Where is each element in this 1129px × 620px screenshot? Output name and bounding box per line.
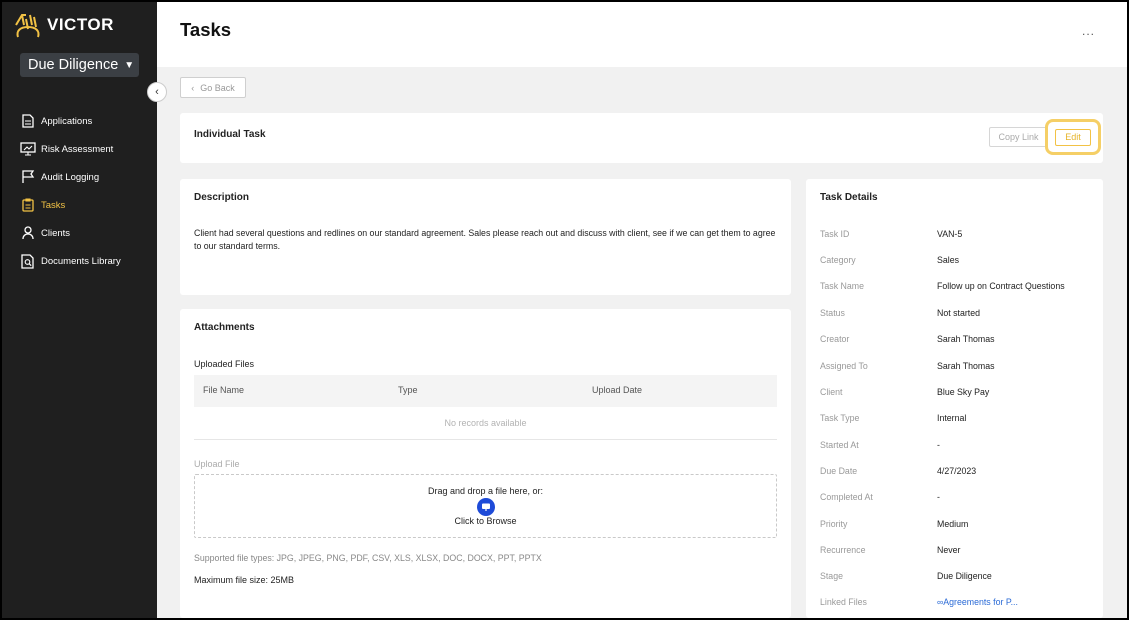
max-file-size: Maximum file size: 25MB <box>194 575 295 585</box>
sidebar-item-clients[interactable]: Clients <box>20 219 121 247</box>
detail-value: 4/27/2023 <box>937 466 977 476</box>
drop-text: Drag and drop a file here, or: <box>427 486 544 496</box>
sidebar-item-documents-library[interactable]: Documents Library <box>20 247 121 275</box>
flag-icon <box>20 169 36 185</box>
detail-label: Status <box>820 308 845 318</box>
file-drop-zone[interactable]: Drag and drop a file here, or: Click to … <box>194 474 777 538</box>
task-details-title: Task Details <box>820 192 878 203</box>
detail-label: Category <box>820 255 856 265</box>
logo[interactable]: VICTOR <box>12 11 114 39</box>
document-search-icon <box>20 253 36 269</box>
sidebar-item-label: Documents Library <box>41 255 121 267</box>
detail-value: VAN-5 <box>937 229 963 239</box>
upload-icon[interactable] <box>477 498 495 516</box>
detail-value: - <box>937 492 940 502</box>
empty-table-message: No records available <box>194 407 777 440</box>
detail-label: Recurrence <box>820 545 866 555</box>
clipboard-icon <box>20 197 36 213</box>
caret-down-icon: ▼ <box>124 59 135 71</box>
detail-label: Started At <box>820 440 859 450</box>
detail-label: Priority <box>820 519 848 529</box>
victor-logo-icon <box>15 14 40 38</box>
detail-label: Creator <box>820 334 850 344</box>
page-title: Tasks <box>180 19 232 40</box>
detail-label: Client <box>820 387 843 397</box>
detail-value: Due Diligence <box>937 571 992 581</box>
browse-link[interactable]: Click to Browse <box>195 516 776 526</box>
sidebar-item-label: Risk Assessment <box>41 143 114 155</box>
detail-value: Medium <box>937 519 969 529</box>
detail-value: Internal <box>937 413 967 423</box>
detail-value: Follow up on Contract Questions <box>937 281 1065 291</box>
uploaded-files-title: Uploaded Files <box>194 359 255 369</box>
detail-value: Sarah Thomas <box>937 361 995 371</box>
card-title: Individual Task <box>194 129 266 140</box>
sidebar-item-tasks[interactable]: Tasks <box>20 191 121 219</box>
sidebar-item-label: Audit Logging <box>41 171 100 183</box>
go-back-label: Go Back <box>200 82 235 93</box>
detail-label: Assigned To <box>820 361 868 371</box>
page-header: Tasks ... <box>157 2 1127 67</box>
user-icon <box>20 225 36 241</box>
linked-file-link[interactable]: ∞Agreements for P... <box>937 597 1018 607</box>
sidebar-nav: Applications Risk Assessment Audit Loggi… <box>20 107 121 275</box>
column-header-upload-date[interactable]: Upload Date <box>592 385 642 395</box>
detail-value: - <box>937 440 940 450</box>
sidebar-item-applications[interactable]: Applications <box>20 107 121 135</box>
collapse-sidebar-button[interactable]: ‹ <box>147 82 167 102</box>
sidebar-item-audit-logging[interactable]: Audit Logging <box>20 163 121 191</box>
module-label: Due Diligence <box>28 57 119 73</box>
detail-label: Task Name <box>820 281 864 291</box>
more-options-icon[interactable]: ... <box>1082 24 1095 38</box>
sidebar-item-risk-assessment[interactable]: Risk Assessment <box>20 135 121 163</box>
detail-label: Due Date <box>820 466 858 476</box>
linked-file-label: Agreements for P... <box>943 597 1018 607</box>
detail-value: Blue Sky Pay <box>937 387 990 397</box>
detail-label: Task Type <box>820 413 860 423</box>
supported-file-types: Supported file types: JPG, JPEG, PNG, PD… <box>194 553 542 563</box>
go-back-button[interactable]: ‹ Go Back <box>180 77 246 98</box>
files-table-header: File Name Type Upload Date <box>194 375 777 407</box>
task-header-card: Individual Task Copy Link Edit <box>180 113 1103 163</box>
module-dropdown[interactable]: Due Diligence ▼ <box>20 53 139 77</box>
edit-button[interactable]: Edit <box>1055 128 1091 146</box>
detail-label: Completed At <box>820 492 873 502</box>
description-title: Description <box>194 192 250 203</box>
copy-link-button[interactable]: Copy Link <box>989 127 1048 147</box>
sidebar-item-label: Clients <box>41 227 71 239</box>
presentation-chart-icon <box>20 141 36 157</box>
description-text: Client had several questions and redline… <box>194 228 776 251</box>
upload-file-label: Upload File <box>194 459 240 469</box>
detail-label: Linked Files <box>820 597 867 607</box>
brand-name: VICTOR <box>47 15 114 34</box>
chevron-left-icon: ‹ <box>155 86 159 98</box>
description-card: Description Client had several questions… <box>180 179 791 295</box>
detail-value: Not started <box>937 308 981 318</box>
detail-value: Never <box>937 545 961 555</box>
sidebar-item-label: Tasks <box>41 199 66 211</box>
edit-highlight: Edit <box>1045 119 1101 155</box>
sidebar-item-label: Applications <box>41 115 93 127</box>
detail-label: Stage <box>820 571 843 581</box>
attachments-card: Attachments Uploaded Files File Name Typ… <box>180 309 791 618</box>
task-details-card: Task Details Task ID VAN-5 Category Sales … <box>806 179 1103 618</box>
detail-value: Sales <box>937 255 960 265</box>
chevron-left-icon: ‹ <box>191 82 195 93</box>
column-header-type[interactable]: Type <box>398 385 418 395</box>
detail-label: Task ID <box>820 229 850 239</box>
detail-value: Sarah Thomas <box>937 334 995 344</box>
document-icon <box>20 113 36 129</box>
attachments-title: Attachments <box>194 322 255 333</box>
sidebar: VICTOR Due Diligence ▼ Applications Risk… <box>2 2 157 618</box>
column-header-file-name[interactable]: File Name <box>203 385 244 395</box>
